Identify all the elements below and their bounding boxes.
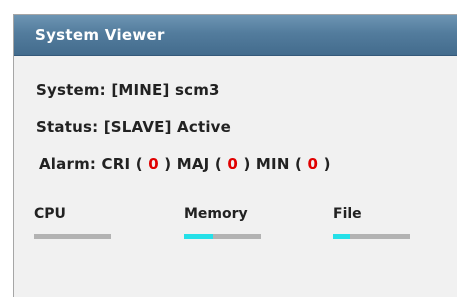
alarm-min: MIN ( 0 ) — [255, 155, 331, 173]
alarm-maj: MAJ ( 0 ) — [176, 155, 256, 173]
alarm-row: Alarm: CRI ( 0 ) MAJ ( 0 ) MIN ( 0 ) — [39, 155, 331, 173]
file-meter-bar — [333, 234, 410, 239]
status-value: [SLAVE] Active — [103, 118, 232, 136]
alarm-cri-name: CRI — [101, 155, 131, 173]
alarm-min-name: MIN — [255, 155, 290, 173]
cpu-meter-bar — [34, 234, 111, 239]
panel-title-bar: System Viewer — [14, 15, 457, 56]
panel-title: System Viewer — [35, 26, 165, 44]
alarm-maj-name: MAJ — [176, 155, 210, 173]
alarm-min-count: 0 — [307, 155, 319, 173]
system-value: [MINE] scm3 — [111, 81, 220, 99]
alarm-cri: CRI ( 0 ) — [101, 155, 177, 173]
status-label: Status: — [36, 118, 99, 136]
system-viewer-panel: System Viewer System: [MINE] scm3 Status… — [13, 14, 457, 297]
memory-meter-bar — [184, 234, 261, 239]
file-meter-fill — [333, 234, 350, 239]
file-meter-label: File — [333, 206, 362, 222]
alarm-label: Alarm: — [39, 155, 97, 173]
alarm-maj-count: 0 — [227, 155, 239, 173]
alarm-cri-count: 0 — [148, 155, 159, 173]
memory-meter-label: Memory — [184, 206, 248, 222]
memory-meter-fill — [184, 234, 214, 239]
cpu-meter-label: CPU — [34, 206, 66, 222]
system-label: System: — [36, 81, 106, 99]
system-row: System: [MINE] scm3 — [36, 81, 220, 99]
status-row: Status: [SLAVE] Active — [36, 118, 231, 136]
page: System Viewer System: [MINE] scm3 Status… — [0, 0, 458, 297]
